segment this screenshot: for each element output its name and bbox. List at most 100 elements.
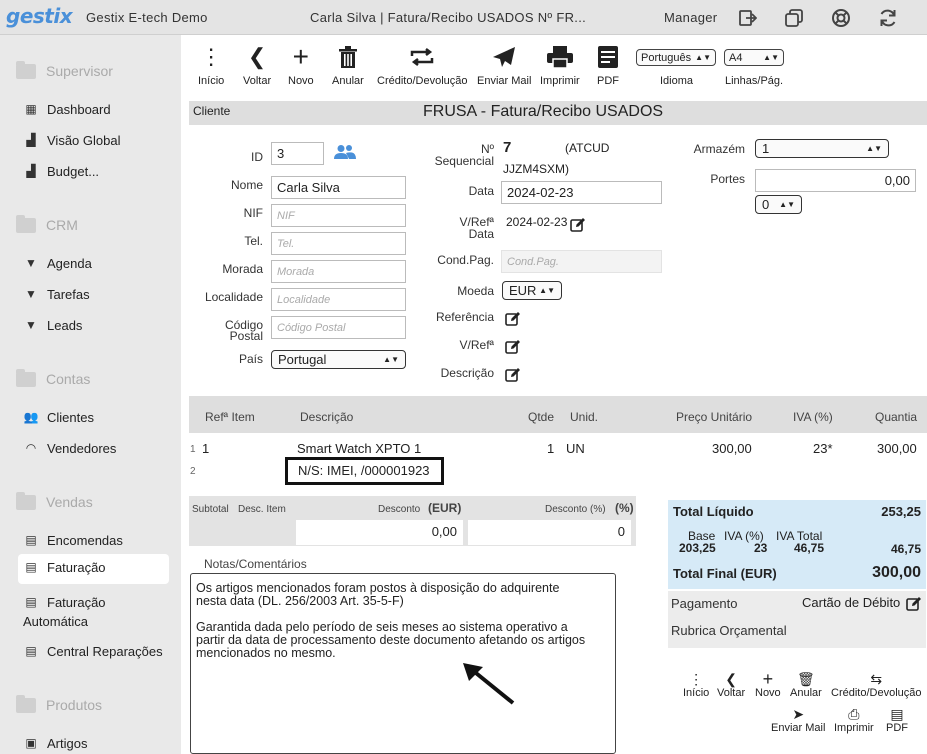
edit-descricao-icon[interactable]: [505, 367, 521, 383]
bottom-imprimir-button[interactable]: ⎙ Imprimir: [834, 706, 874, 735]
linhas-label: Linhas/Pág.: [725, 75, 784, 87]
main-content: ⋮ Início ❮ Voltar + Novo Anular Crédito/Dev…: [181, 35, 927, 754]
referencia-label: Referência: [435, 310, 494, 324]
bottom-enviar-mail-button[interactable]: ➤ Enviar Mail: [771, 706, 825, 735]
pagamento-value[interactable]: Cartão de Débito: [802, 595, 900, 610]
moeda-select[interactable]: EUR ▲▼: [502, 281, 562, 300]
sidebar-item-faturacao-automatica[interactable]: ▤ Faturação Automática: [18, 589, 169, 635]
enviar-mail-button[interactable]: Enviar Mail: [477, 43, 531, 87]
help-lifebuoy-icon[interactable]: [830, 7, 852, 29]
sidebar-item-encomendas[interactable]: ▤ Encomendas: [18, 527, 169, 554]
pais-select[interactable]: Portugal ▲▼: [271, 350, 406, 369]
base-value: 203,25: [679, 541, 716, 555]
nome-label: Nome: [230, 178, 263, 192]
sidebar-section-contas[interactable]: Contas: [16, 368, 90, 387]
document-icon: ▤: [25, 595, 37, 609]
portes-field[interactable]: 0,00: [755, 169, 916, 192]
section-label: CRM: [46, 217, 78, 233]
bottom-credito-button[interactable]: ⇆ Crédito/Devolução: [831, 671, 922, 700]
sidebar-item-clientes[interactable]: 👥 Clientes: [18, 404, 169, 431]
folder-icon: [16, 60, 36, 79]
gestix-logo[interactable]: gestix: [6, 4, 73, 28]
anular-button[interactable]: Anular: [332, 43, 364, 87]
pdf-button[interactable]: PDF: [597, 43, 619, 87]
section-label: Produtos: [46, 697, 103, 713]
sidebar-item-label: Leads: [47, 318, 83, 333]
pdf-document-icon: ▤: [890, 705, 904, 722]
codigo-postal-field[interactable]: Código Postal: [271, 316, 406, 339]
bottom-novo-button[interactable]: + Novo: [755, 669, 781, 700]
button-label: Crédito/Devolução: [831, 687, 922, 699]
row-number: 1: [190, 444, 196, 455]
idioma-select[interactable]: Português ▲▼: [636, 49, 716, 66]
windows-icon[interactable]: [783, 7, 805, 29]
desconto-pct-field[interactable]: 0: [468, 520, 631, 545]
filter-icon: ▼: [25, 287, 37, 301]
bottom-voltar-button[interactable]: ❮ Voltar: [717, 671, 745, 700]
edit-referencia-icon[interactable]: [505, 311, 521, 327]
edit-vref-icon[interactable]: [505, 339, 521, 355]
section-label: Supervisor: [46, 63, 113, 79]
credito-devolucao-button[interactable]: Crédito/Devolução: [377, 43, 468, 87]
trash-icon: [338, 43, 357, 71]
notes-textarea[interactable]: Os artigos mencionados foram postos à di…: [190, 573, 616, 754]
sidebar-section-vendas[interactable]: Vendas: [16, 491, 93, 510]
client-section-label: Cliente: [193, 104, 231, 118]
user-role[interactable]: Manager: [664, 10, 717, 25]
sidebar-item-visao-global[interactable]: ▟ Visão Global: [18, 127, 169, 154]
notes-label: Notas/Comentários: [204, 557, 307, 571]
armazem-select[interactable]: 1 ▲▼: [755, 139, 889, 158]
tel-label: Tel.: [244, 234, 263, 248]
filter-icon: ▼: [25, 256, 37, 270]
sidebar-section-supervisor[interactable]: Supervisor: [16, 60, 113, 79]
novo-button[interactable]: + Novo: [288, 41, 314, 87]
subtotal-header: Subtotal Desc. Item Desconto (EUR) Desco…: [189, 496, 636, 520]
idioma-label: Idioma: [660, 75, 694, 87]
users-search-icon[interactable]: [334, 144, 356, 163]
desconto-eur-field[interactable]: 0,00: [296, 520, 463, 545]
sidebar-item-leads[interactable]: ▼ Leads: [18, 312, 169, 339]
sidebar-section-crm[interactable]: CRM: [16, 214, 78, 233]
inicio-button[interactable]: ⋮ Início: [198, 43, 224, 87]
client-id-field[interactable]: 3: [271, 142, 324, 165]
button-label: Imprimir: [834, 722, 874, 734]
sidebar-item-tarefas[interactable]: ▼ Tarefas: [18, 281, 169, 308]
bottom-inicio-button[interactable]: ⋮ Início: [683, 671, 709, 700]
sidebar-item-agenda[interactable]: ▼ Agenda: [18, 250, 169, 277]
morada-field[interactable]: Morada: [271, 260, 406, 283]
data-field[interactable]: 2024-02-23: [501, 181, 662, 204]
sidebar-item-dashboard[interactable]: ▦ Dashboard: [18, 96, 169, 123]
select-arrows-icon: ▲▼: [763, 53, 779, 62]
sidebar-item-budget[interactable]: ▟ Budget...: [18, 158, 169, 185]
refresh-icon[interactable]: [877, 7, 899, 29]
bar-chart-icon: ▟: [26, 133, 36, 147]
localidade-field[interactable]: Localidade: [271, 288, 406, 311]
id-label: ID: [251, 150, 263, 164]
sidebar-item-faturacao[interactable]: ▤ Faturação: [18, 554, 169, 584]
edit-vref-data-icon[interactable]: [570, 217, 586, 233]
sidebar-item-artigos[interactable]: ▣ Artigos: [18, 730, 169, 754]
sidebar-section-produtos[interactable]: Produtos: [16, 694, 103, 713]
imprimir-button[interactable]: Imprimir: [540, 43, 580, 87]
sidebar-item-vendedores[interactable]: ◠ Vendedores: [18, 435, 169, 462]
folder-icon: [16, 214, 36, 233]
select-value: A4: [729, 51, 743, 64]
linhas-select[interactable]: A4 ▲▼: [724, 49, 784, 66]
bottom-anular-button[interactable]: 🗑 Anular: [790, 671, 822, 700]
button-label: Anular: [332, 75, 364, 87]
bottom-pdf-button[interactable]: ▤ PDF: [886, 705, 908, 735]
nif-field[interactable]: NIF: [271, 204, 406, 227]
nome-field[interactable]: Carla Silva: [271, 176, 406, 199]
sidebar-item-central-reparacoes[interactable]: ▤ Central Reparações: [18, 638, 169, 665]
edit-pagamento-icon[interactable]: [906, 596, 922, 612]
tel-field[interactable]: Tel.: [271, 232, 406, 255]
bar-chart-icon: ▟: [26, 164, 36, 178]
cond-pag-field[interactable]: Cond.Pag.: [501, 250, 662, 273]
portes-iva-select[interactable]: 0 ▲▼: [755, 195, 802, 214]
button-label: Novo: [288, 75, 314, 87]
button-label: Anular: [790, 687, 822, 699]
users-icon: 👥: [23, 410, 39, 424]
voltar-button[interactable]: ❮ Voltar: [243, 43, 271, 87]
select-value: Portugal: [278, 352, 327, 367]
logout-icon[interactable]: [737, 7, 759, 29]
